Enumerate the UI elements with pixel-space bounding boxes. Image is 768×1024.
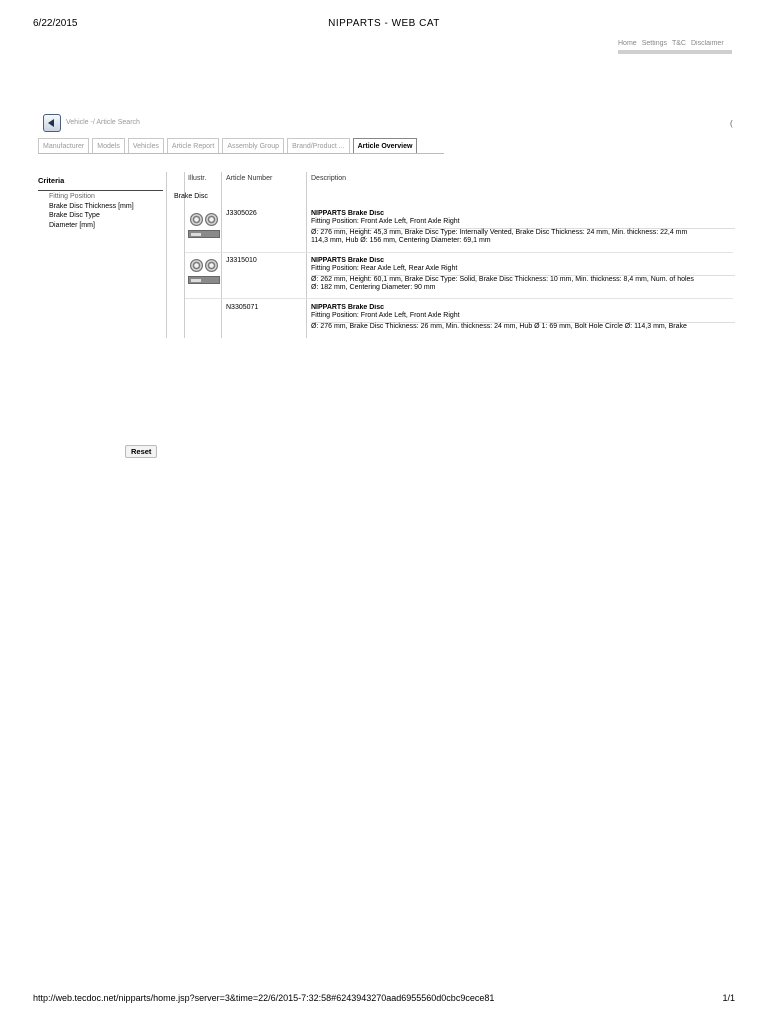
column-header-article-number: Article Number <box>226 175 273 182</box>
article-specs: Ø: 276 mm, Height: 45,3 mm, Brake Disc T… <box>311 228 688 236</box>
criteria-item-diameter[interactable]: Diameter [mm] <box>49 221 134 231</box>
back-arrow-icon[interactable] <box>43 114 61 132</box>
tab-models[interactable]: Models <box>92 138 125 153</box>
article-description: NIPPARTS Brake Disc Fitting Position: Fr… <box>311 210 735 246</box>
tab-bar: Manufacturer Models Vehicles Article Rep… <box>38 138 420 153</box>
tab-vehicles[interactable]: Vehicles <box>127 138 164 153</box>
article-name: NIPPARTS Brake Disc <box>311 210 385 217</box>
tab-assembly-group[interactable]: Assembly Group <box>222 138 285 153</box>
article-fitting-position: Fitting Position: Front Axle Left, Front… <box>311 312 460 320</box>
article-fitting-position: Fitting Position: Front Axle Left, Front… <box>311 218 460 226</box>
article-description: NIPPARTS Brake Disc Fitting Position: Re… <box>311 257 735 293</box>
criteria-divider <box>38 190 163 191</box>
article-name: NIPPARTS Brake Disc <box>311 257 385 264</box>
tab-brand-product[interactable]: Brand/Product ... <box>287 138 350 153</box>
article-specs-continued: 114,3 mm, Hub Ø: 156 mm, Centering Diame… <box>311 237 491 245</box>
column-header-description: Description <box>311 175 347 182</box>
print-title: NIPPARTS - WEB CAT <box>328 18 440 29</box>
nav-settings-link[interactable]: Settings <box>642 40 667 47</box>
tab-manufacturer[interactable]: Manufacturer <box>38 138 90 153</box>
criteria-separator <box>166 172 167 338</box>
nav-home-link[interactable]: Home <box>618 40 637 47</box>
criteria-title: Criteria <box>38 176 65 185</box>
top-nav-scrollbar[interactable] <box>618 50 732 54</box>
criteria-item-disc-thickness[interactable]: Brake Disc Thickness [mm] <box>49 202 134 212</box>
column-divider <box>306 172 307 338</box>
print-url: http://web.tecdoc.net/nipparts/home.jsp?… <box>33 993 495 1003</box>
top-nav: Home Settings T&C Disclaimer <box>618 40 732 47</box>
right-edge-mark: ( <box>730 119 733 128</box>
article-number-link[interactable]: N3305071 <box>226 304 258 311</box>
nav-disclaimer-link[interactable]: Disclaimer <box>691 40 724 47</box>
article-name: NIPPARTS Brake Disc <box>311 304 385 311</box>
article-number-link[interactable]: J3305026 <box>226 210 257 217</box>
back-breadcrumb-link[interactable]: Vehicle -/ Article Search <box>66 119 140 126</box>
row-divider <box>185 298 733 299</box>
criteria-list: Fitting Position Brake Disc Thickness [m… <box>49 192 134 230</box>
article-number-link[interactable]: J3315010 <box>226 257 257 264</box>
column-header-illustration: Illustr. <box>188 175 207 182</box>
article-specs-continued: Ø: 182 mm, Centering Diameter: 90 mm <box>311 284 436 292</box>
nav-terms-link[interactable]: T&C <box>672 40 686 47</box>
article-specs: Ø: 276 mm, Brake Disc Thickness: 26 mm, … <box>311 322 687 330</box>
tab-article-overview[interactable]: Article Overview <box>352 138 418 153</box>
brake-disc-image[interactable] <box>187 256 221 286</box>
article-specs: Ø: 262 mm, Height: 60,1 mm, Brake Disc T… <box>311 275 694 283</box>
article-fitting-position: Fitting Position: Rear Axle Left, Rear A… <box>311 265 458 273</box>
column-divider <box>221 172 222 338</box>
tab-article-report[interactable]: Article Report <box>166 138 220 153</box>
article-description: NIPPARTS Brake Disc Fitting Position: Fr… <box>311 304 735 331</box>
criteria-item-disc-type[interactable]: Brake Disc Type <box>49 211 134 221</box>
brake-disc-image[interactable] <box>187 210 221 240</box>
tab-underline <box>38 153 444 154</box>
reset-button[interactable]: Reset <box>125 445 158 458</box>
group-label: Brake Disc <box>174 193 208 200</box>
criteria-item-fitting-position[interactable]: Fitting Position <box>49 192 134 202</box>
row-divider <box>185 252 733 253</box>
print-page-number: 1/1 <box>722 993 735 1003</box>
